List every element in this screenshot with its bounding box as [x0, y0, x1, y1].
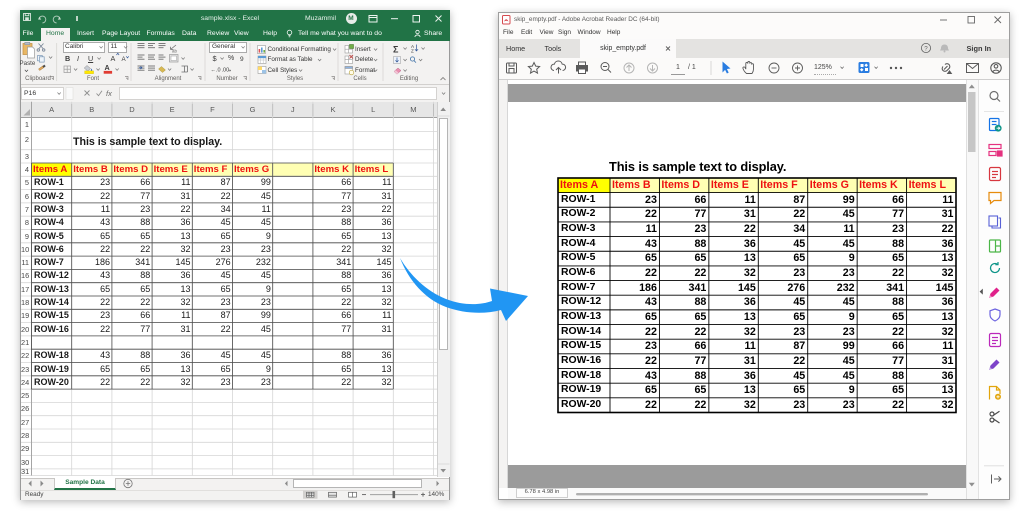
svg-text:Z: Z: [411, 49, 414, 54]
svg-text:?: ?: [924, 45, 928, 52]
svg-text:Σ: Σ: [393, 45, 399, 55]
svg-text:ab: ab: [172, 49, 178, 54]
svg-text:←.0: ←.0: [211, 68, 221, 74]
svg-text:.00: .00: [222, 68, 230, 74]
